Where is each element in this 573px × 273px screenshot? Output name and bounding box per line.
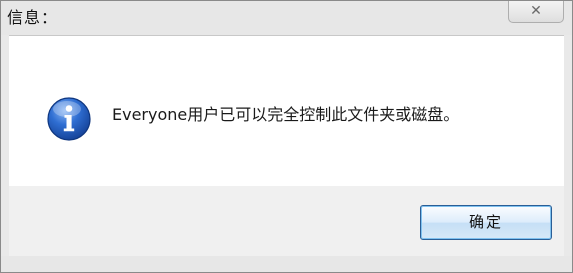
window-bottom-border	[1, 256, 572, 272]
close-button[interactable]: ✕	[508, 1, 564, 23]
title-bar[interactable]: 信息： ✕	[1, 1, 572, 35]
message-dialog: 信息： ✕ Everyone用户已可以完全控制此文件夹或磁盘。 确定	[0, 0, 573, 273]
dialog-message: Everyone用户已可以完全控制此文件夹或磁盘。	[112, 105, 460, 124]
close-icon: ✕	[530, 3, 542, 19]
dialog-content: Everyone用户已可以完全控制此文件夹或磁盘。	[9, 35, 564, 187]
ok-button[interactable]: 确定	[420, 205, 552, 240]
dialog-footer: 确定	[9, 186, 564, 256]
dialog-title: 信息：	[7, 8, 59, 27]
info-icon	[47, 97, 91, 141]
